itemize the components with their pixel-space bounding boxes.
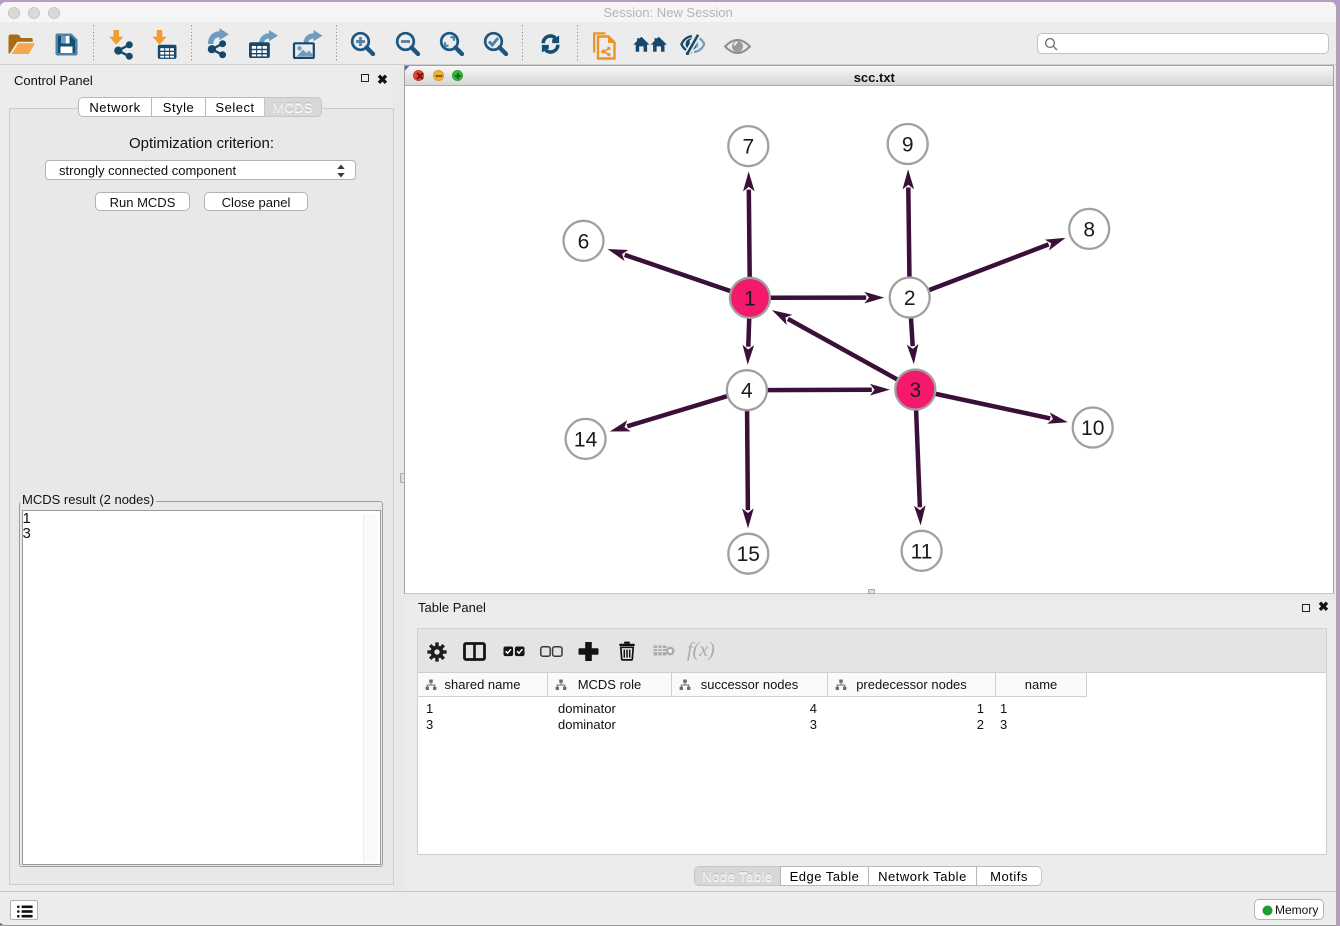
svg-text:7: 7	[743, 135, 755, 158]
svg-text:2: 2	[904, 287, 916, 310]
svg-text:11: 11	[911, 540, 933, 563]
svg-text:6: 6	[578, 230, 590, 253]
svg-text:4: 4	[741, 379, 753, 402]
svg-text:1: 1	[744, 287, 756, 310]
svg-text:8: 8	[1084, 218, 1096, 241]
svg-text:9: 9	[902, 133, 914, 156]
svg-text:3: 3	[910, 379, 922, 402]
svg-text:15: 15	[737, 543, 760, 566]
svg-text:10: 10	[1081, 417, 1104, 440]
svg-text:14: 14	[574, 428, 598, 451]
